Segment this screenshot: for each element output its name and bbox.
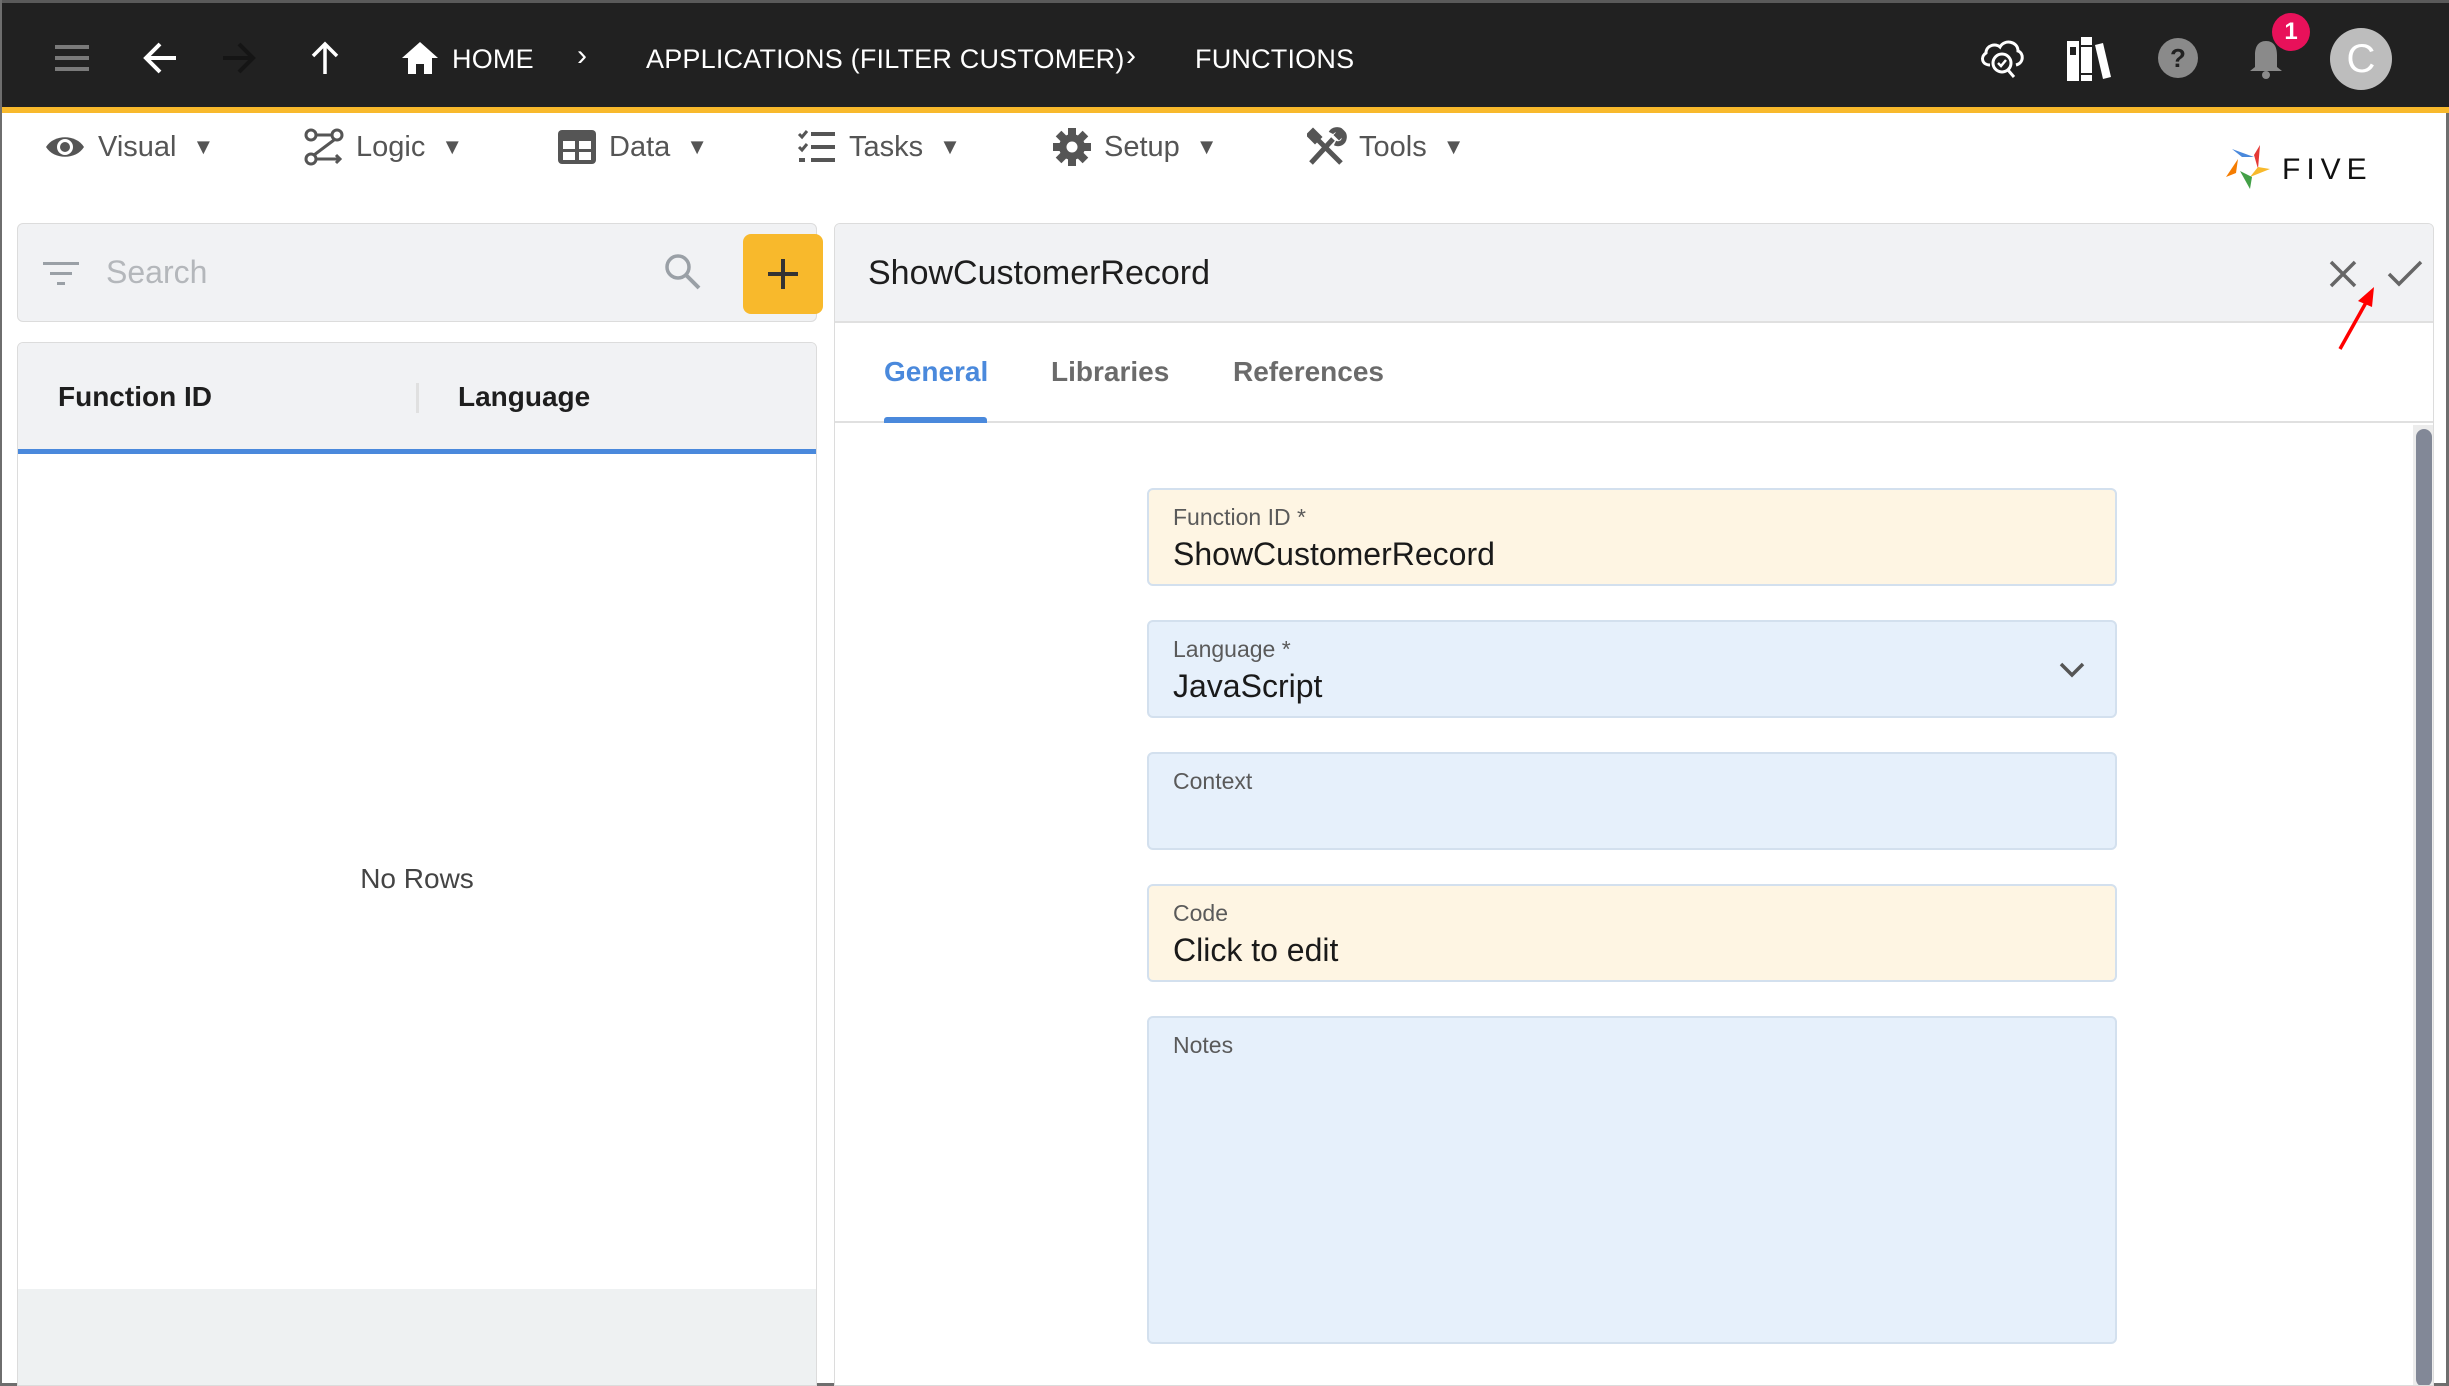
save-button[interactable] <box>2380 249 2430 299</box>
function-detail-panel: ShowCustomerRecord General Libraries Ref… <box>834 223 2434 1386</box>
breadcrumb-separator-icon: › <box>577 39 587 72</box>
chevron-down-icon[interactable] <box>2057 658 2087 682</box>
back-arrow-icon[interactable] <box>135 33 185 83</box>
code-field[interactable]: Code Click to edit <box>1147 884 2117 982</box>
caret-down-icon: ▼ <box>441 134 464 159</box>
user-avatar[interactable]: C <box>2330 28 2392 90</box>
breadcrumb-applications[interactable]: APPLICATIONS (FILTER CUSTOMER) <box>646 41 1125 77</box>
scrollbar-thumb[interactable] <box>2416 429 2432 1385</box>
active-tab-indicator <box>884 417 987 423</box>
header-accent-bar <box>2 107 2449 113</box>
function-id-label: Function ID * <box>1173 504 1306 530</box>
svg-text:?: ? <box>2170 43 2186 73</box>
up-arrow-icon[interactable] <box>300 33 350 83</box>
menu-setup-label: Setup <box>1104 130 1180 163</box>
top-header: HOME › APPLICATIONS (FILTER CUSTOMER) › … <box>2 0 2449 107</box>
menu-logic-label: Logic <box>356 130 426 163</box>
notification-badge: 1 <box>2272 13 2310 51</box>
menu-visual[interactable]: Visual ▼ <box>44 124 214 170</box>
search-input[interactable]: Search <box>106 254 207 291</box>
caret-down-icon: ▼ <box>939 134 961 159</box>
context-field[interactable]: Context <box>1147 752 2117 850</box>
caret-down-icon: ▼ <box>192 134 215 159</box>
function-id-value[interactable]: ShowCustomerRecord <box>1173 536 1495 573</box>
column-header-language[interactable]: Language <box>458 381 590 413</box>
tab-references[interactable]: References <box>1233 356 1384 388</box>
library-books-icon[interactable] <box>2063 33 2113 83</box>
add-function-button[interactable] <box>743 234 823 314</box>
table-header: Function ID Language <box>18 343 816 454</box>
detail-title-bar: ShowCustomerRecord <box>835 224 2433 323</box>
checklist-icon <box>797 130 835 162</box>
breadcrumb-functions[interactable]: FUNCTIONS <box>1195 41 1354 77</box>
language-select[interactable]: Language * JavaScript <box>1147 620 2117 718</box>
tab-general[interactable]: General <box>884 356 988 388</box>
hamburger-menu-icon[interactable] <box>47 33 97 83</box>
app-window: HOME › APPLICATIONS (FILTER CUSTOMER) › … <box>0 0 2449 1386</box>
context-label: Context <box>1173 768 1253 794</box>
column-divider[interactable] <box>416 383 419 413</box>
table-grid-icon <box>558 130 596 164</box>
logic-flow-icon <box>304 128 344 166</box>
five-logo: FIVE <box>2224 143 2404 193</box>
empty-table-message: No Rows <box>360 863 474 894</box>
column-header-function-id[interactable]: Function ID <box>58 381 212 413</box>
code-value[interactable]: Click to edit <box>1173 932 1338 969</box>
filter-icon[interactable] <box>43 260 79 293</box>
forward-arrow-icon[interactable] <box>214 33 264 83</box>
menu-tasks[interactable]: Tasks ▼ <box>797 124 961 170</box>
breadcrumb-home[interactable]: HOME <box>452 41 534 77</box>
function-id-field[interactable]: Function ID * ShowCustomerRecord <box>1147 488 2117 586</box>
menu-data-label: Data <box>609 130 671 163</box>
menu-tools-label: Tools <box>1359 130 1427 163</box>
cloud-search-check-icon[interactable] <box>1977 33 2027 83</box>
plus-icon <box>768 259 798 289</box>
menu-setup[interactable]: Setup ▼ <box>1052 124 1218 170</box>
menu-data[interactable]: Data ▼ <box>557 124 708 170</box>
tab-libraries[interactable]: Libraries <box>1051 356 1169 388</box>
menu-logic[interactable]: Logic ▼ <box>304 124 463 170</box>
help-icon[interactable]: ? <box>2153 33 2203 83</box>
table-footer <box>18 1289 816 1385</box>
home-icon[interactable] <box>395 33 445 83</box>
menu-visual-label: Visual <box>98 130 177 163</box>
notes-label: Notes <box>1173 1032 1234 1058</box>
menu-tasks-label: Tasks <box>849 130 924 163</box>
language-label: Language * <box>1173 636 1291 662</box>
notes-field[interactable]: Notes <box>1147 1016 2117 1344</box>
caret-down-icon: ▼ <box>1195 134 1218 159</box>
checkmark-icon <box>2387 260 2423 287</box>
functions-table: Function ID Language No Rows <box>17 342 817 1386</box>
annotation-arrow-icon <box>2338 287 2374 350</box>
language-value[interactable]: JavaScript <box>1173 668 1322 705</box>
breadcrumb-separator-icon: › <box>1126 39 1136 72</box>
code-label: Code <box>1173 900 1228 926</box>
caret-down-icon: ▼ <box>686 134 709 159</box>
wrench-screwdriver-icon <box>1307 127 1347 165</box>
search-bar: Search <box>17 223 823 322</box>
logo-text: FIVE <box>2282 153 2373 186</box>
eye-icon <box>46 137 84 157</box>
search-icon[interactable] <box>663 252 703 297</box>
menu-tools[interactable]: Tools ▼ <box>1307 124 1464 170</box>
record-title: ShowCustomerRecord <box>868 254 1211 292</box>
caret-down-icon: ▼ <box>1442 134 1465 159</box>
gear-icon <box>1053 128 1091 166</box>
detail-tabs: General Libraries References <box>835 323 2433 423</box>
